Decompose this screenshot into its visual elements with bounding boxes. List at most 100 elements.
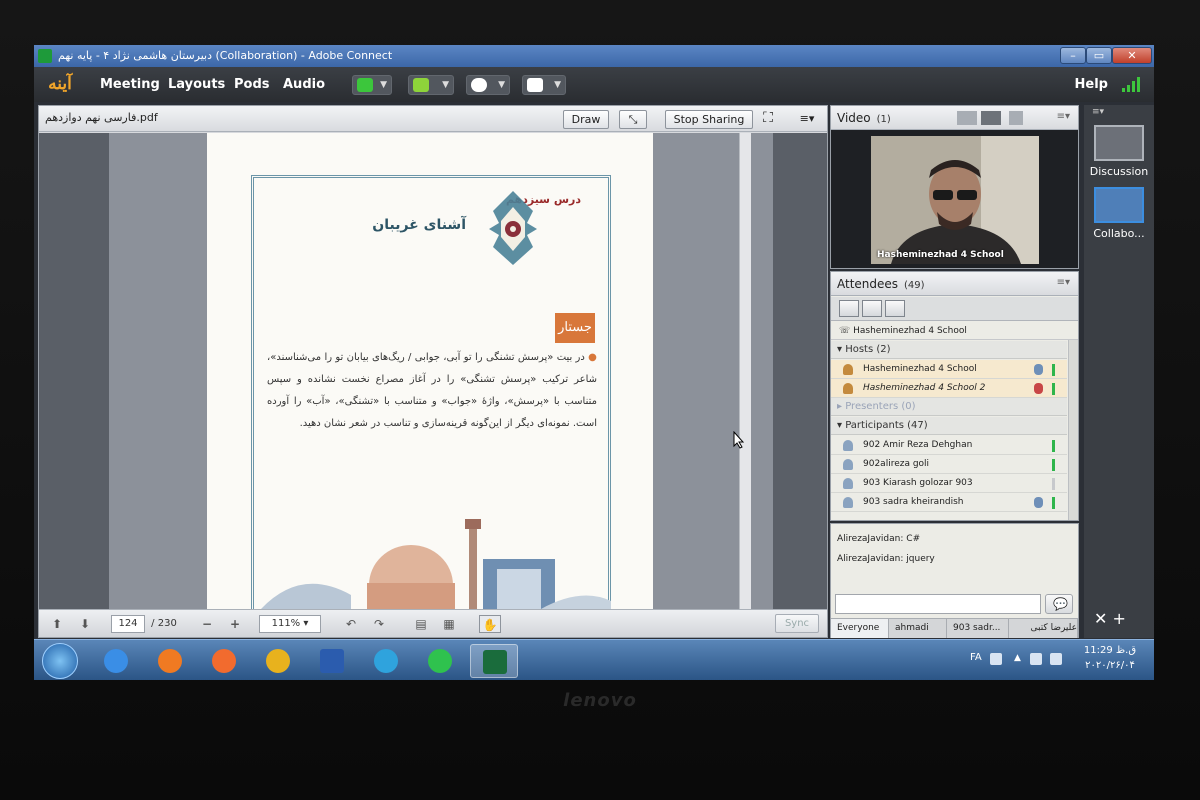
attendee-name: Hasheminezhad 4 School 2 bbox=[863, 383, 986, 393]
start-button[interactable] bbox=[42, 643, 78, 679]
grid-view-icon[interactable] bbox=[957, 111, 977, 125]
attendee-row[interactable]: Hasheminezhad 4 School bbox=[831, 360, 1067, 379]
chat-tab-everyone[interactable]: Everyone bbox=[831, 619, 889, 638]
chat-send-button[interactable]: 💬 bbox=[1045, 594, 1073, 614]
video-pod: Video (1) ≡▾ Hasheminezhad 4 School bbox=[830, 105, 1079, 269]
menu-layouts[interactable]: Layouts bbox=[168, 67, 225, 102]
fullscreen-icon[interactable] bbox=[1009, 111, 1023, 125]
menu-meeting[interactable]: Meeting bbox=[100, 67, 160, 102]
layout-label: Discussion bbox=[1089, 165, 1149, 178]
adobe-connect-icon bbox=[483, 650, 507, 674]
my-status-row[interactable]: ☏ Hasheminezhad 4 School bbox=[831, 322, 1078, 340]
chrome-icon bbox=[266, 649, 290, 673]
network-icon[interactable] bbox=[1050, 653, 1062, 665]
taskbar-app[interactable] bbox=[362, 644, 410, 678]
menu-help[interactable]: Help bbox=[1075, 67, 1108, 102]
speaker-icon bbox=[357, 78, 373, 92]
page-number-input[interactable]: 124 bbox=[111, 615, 145, 633]
adobe-connect-icon bbox=[38, 49, 52, 63]
redo-button[interactable]: ↷ bbox=[371, 615, 387, 633]
page-icon: ▤ bbox=[415, 617, 427, 631]
fullscreen-button[interactable]: ⛶ bbox=[757, 110, 779, 129]
page-total: / 230 bbox=[151, 618, 177, 629]
filmstrip-view-icon[interactable] bbox=[981, 111, 1001, 125]
show-hidden-icons[interactable]: ▲ bbox=[1014, 653, 1026, 665]
maximize-button[interactable]: ▭ bbox=[1086, 47, 1112, 64]
hand-tool-button[interactable]: ✋ bbox=[479, 615, 501, 633]
attendee-row[interactable]: 903 Kiarash golozar 903 bbox=[831, 474, 1067, 493]
minimize-button[interactable]: – bbox=[1060, 47, 1086, 64]
volume-icon[interactable] bbox=[1030, 653, 1042, 665]
layouts-menu-icon[interactable]: ≡▾ bbox=[1092, 107, 1104, 117]
taskbar-app-active[interactable] bbox=[470, 644, 518, 678]
webcam-toggle[interactable]: ▼ bbox=[466, 75, 510, 95]
participants-group-header[interactable]: ▾ Participants (47) bbox=[831, 417, 1067, 435]
chat-input[interactable] bbox=[835, 594, 1041, 614]
taskbar-app[interactable] bbox=[254, 644, 302, 678]
taskbar-app[interactable] bbox=[308, 644, 356, 678]
pod-menu-icon[interactable]: ≡▾ bbox=[1057, 111, 1070, 122]
zoom-select[interactable]: 111% ▾ bbox=[259, 615, 321, 633]
layout-tools[interactable]: ✕ + bbox=[1094, 609, 1126, 628]
menu-pods[interactable]: Pods bbox=[234, 67, 270, 102]
clock-date[interactable]: ۲۰۲۰/۲۶/۰۴ bbox=[1076, 660, 1144, 671]
zoom-in-button[interactable]: + bbox=[227, 615, 243, 633]
video-speaker-name: Hasheminezhad 4 School bbox=[877, 250, 1004, 260]
breakout-view-icon[interactable] bbox=[862, 300, 882, 317]
share-pod-footer: ⬆ ⬇ 124 / 230 − + 111% ▾ ↶ ↷ ▤ ▦ ✋ Sync bbox=[39, 609, 827, 637]
attendee-row[interactable]: 903 sadra kheirandish bbox=[831, 493, 1067, 512]
speaker-toggle[interactable]: ▼ bbox=[352, 75, 392, 95]
page-list-button[interactable]: ▦ bbox=[441, 615, 457, 633]
user-icon bbox=[843, 497, 853, 508]
clock-time[interactable]: 11:29 ق.ظ bbox=[1080, 645, 1140, 656]
keyboard-icon[interactable] bbox=[990, 653, 1002, 665]
attendee-row[interactable]: 902 Amir Reza Dehghan bbox=[831, 436, 1067, 455]
hosts-group-header[interactable]: ▾ Hosts (2) bbox=[831, 341, 1067, 359]
ornament-icon bbox=[489, 191, 537, 265]
attendee-name: Hasheminezhad 4 School bbox=[863, 364, 977, 374]
list-view-icon[interactable] bbox=[839, 300, 859, 317]
next-page-button[interactable]: ⬇ bbox=[77, 615, 93, 633]
taskbar-app[interactable] bbox=[92, 644, 140, 678]
chat-tab[interactable]: ahmadi bbox=[889, 619, 947, 638]
attendee-row[interactable]: 902alireza goli bbox=[831, 455, 1067, 474]
attendee-row[interactable]: Hasheminezhad 4 School 2 bbox=[831, 379, 1067, 398]
fullscreen-icon: ⛶ bbox=[763, 110, 773, 126]
menu-audio[interactable]: Audio bbox=[283, 67, 325, 102]
raise-hand-icon bbox=[527, 78, 543, 92]
pod-menu-icon[interactable]: ≡▾ bbox=[1057, 277, 1070, 288]
taskbar-app[interactable] bbox=[200, 644, 248, 678]
microphone-icon bbox=[1034, 364, 1043, 375]
pointer-button[interactable]: ⤡ bbox=[619, 110, 647, 129]
taskbar-app[interactable] bbox=[416, 644, 464, 678]
page-scrollbar[interactable] bbox=[739, 133, 751, 609]
status-view-icon[interactable] bbox=[885, 300, 905, 317]
chat-message: AlirezaJavidan: jquery bbox=[837, 554, 935, 564]
draw-button[interactable]: Draw bbox=[563, 110, 609, 129]
chat-tab[interactable]: 903 sadr... bbox=[947, 619, 1009, 638]
close-button[interactable]: ✕ bbox=[1112, 47, 1152, 64]
pod-menu-button[interactable]: ≡▾ bbox=[795, 110, 819, 129]
hand-icon: ✋ bbox=[482, 618, 498, 632]
chevron-right-icon: ▸ bbox=[837, 401, 846, 412]
prev-page-button[interactable]: ⬆ bbox=[49, 615, 65, 633]
screen: دبیرستان هاشمی نژاد ۴ - پایه نهم (Collab… bbox=[34, 45, 1154, 680]
stop-sharing-button[interactable]: Stop Sharing bbox=[665, 110, 753, 129]
raise-hand-toggle[interactable]: ▼ bbox=[522, 75, 566, 95]
sync-button[interactable]: Sync bbox=[775, 614, 819, 633]
internet-explorer-icon bbox=[104, 649, 128, 673]
presenters-group-header[interactable]: ▸ Presenters (0) bbox=[831, 398, 1067, 416]
single-page-button[interactable]: ▤ bbox=[413, 615, 429, 633]
chat-tab[interactable]: علیرضا کتبی bbox=[1009, 619, 1078, 638]
taskbar-app[interactable] bbox=[146, 644, 194, 678]
audio-level-icon bbox=[1052, 478, 1055, 490]
attendees-scrollbar[interactable] bbox=[1068, 340, 1078, 520]
layout-thumb-discussion[interactable] bbox=[1094, 125, 1144, 161]
document-stage: درس سیزدهم آشنای غریبان جستار ● در بیت «… bbox=[39, 133, 827, 609]
zoom-out-button[interactable]: − bbox=[199, 615, 215, 633]
layout-thumb-collaboration[interactable] bbox=[1094, 187, 1144, 223]
language-indicator[interactable]: FA bbox=[970, 652, 982, 663]
firefox-icon bbox=[158, 649, 182, 673]
undo-button[interactable]: ↶ bbox=[343, 615, 359, 633]
microphone-toggle[interactable]: ▼ bbox=[408, 75, 454, 95]
